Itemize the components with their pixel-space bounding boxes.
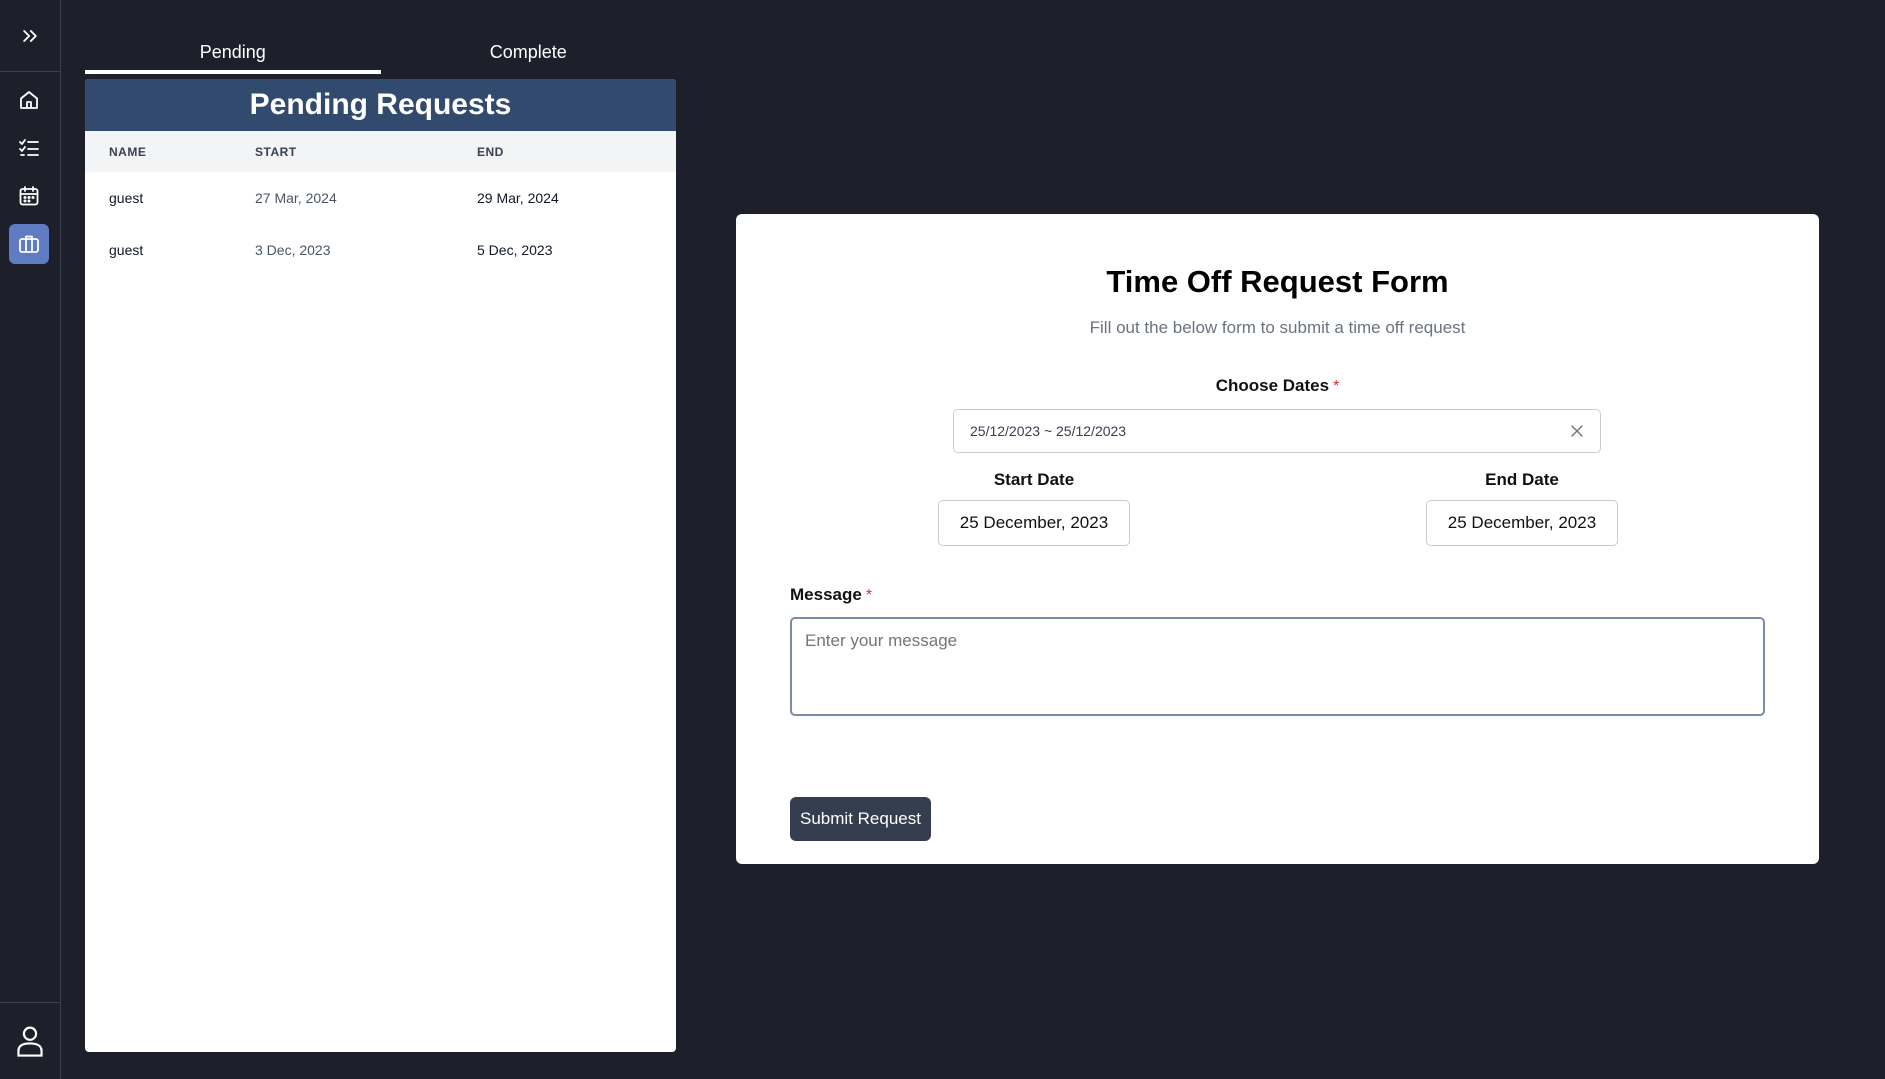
calendar-icon <box>19 186 39 206</box>
row-end: 29 Mar, 2024 <box>477 190 559 206</box>
nav-time-off[interactable] <box>9 224 49 264</box>
request-tabs: Pending Complete <box>85 28 676 76</box>
submit-request-button[interactable]: Submit Request <box>790 797 931 841</box>
nav-calendar[interactable] <box>9 176 49 216</box>
row-start: 27 Mar, 2024 <box>255 190 337 206</box>
message-label-group: Message * <box>790 585 872 605</box>
chevrons-right-icon <box>23 29 37 42</box>
choose-dates-label: Choose Dates * <box>736 376 1819 396</box>
row-end: 5 Dec, 2023 <box>477 242 553 258</box>
clear-dates-button[interactable] <box>1570 424 1584 438</box>
pending-requests-table: NAME START END guest 27 Mar, 2024 29 Mar… <box>85 131 676 276</box>
end-date-group: End Date 25 December, 2023 <box>1426 470 1618 546</box>
table-header-row: NAME START END <box>85 131 676 172</box>
date-range-picker[interactable]: 25/12/2023 ~ 25/12/2023 <box>953 409 1601 453</box>
tab-pending[interactable]: Pending <box>85 28 381 76</box>
row-name: guest <box>109 242 144 258</box>
table-row[interactable]: guest 3 Dec, 2023 5 Dec, 2023 <box>85 224 676 276</box>
tab-complete[interactable]: Complete <box>381 28 677 76</box>
row-start: 3 Dec, 2023 <box>255 242 331 258</box>
column-header-end: END <box>477 144 504 159</box>
time-off-form-card: Time Off Request Form Fill out the below… <box>736 214 1819 864</box>
start-date-group: Start Date 25 December, 2023 <box>938 470 1130 546</box>
nav-home[interactable] <box>9 80 49 120</box>
column-header-name: NAME <box>109 144 147 159</box>
panel-title: Pending Requests <box>85 79 676 131</box>
choose-dates-text: Choose Dates <box>1215 376 1330 395</box>
date-range-value: 25/12/2023 ~ 25/12/2023 <box>970 423 1127 439</box>
row-name: guest <box>109 190 144 206</box>
close-icon <box>1571 425 1583 437</box>
form-title: Time Off Request Form <box>1106 264 1449 299</box>
user-profile-button[interactable] <box>0 1002 60 1079</box>
form-subtitle: Fill out the below form to submit a time… <box>1089 318 1466 337</box>
message-textarea[interactable] <box>790 617 1765 716</box>
table-row[interactable]: guest 27 Mar, 2024 29 Mar, 2024 <box>85 172 676 224</box>
home-icon <box>20 91 38 109</box>
column-header-start: START <box>255 144 297 159</box>
start-date-field[interactable]: 25 December, 2023 <box>938 500 1130 546</box>
nav-tasks[interactable] <box>9 128 49 168</box>
expand-sidebar-button[interactable] <box>0 0 60 72</box>
required-mark: * <box>1333 378 1340 395</box>
pending-requests-panel: Pending Requests NAME START END guest 27… <box>85 79 676 1052</box>
start-date-label: Start Date <box>993 470 1075 489</box>
message-label: Message <box>790 585 862 604</box>
end-date-label: End Date <box>1485 470 1559 489</box>
checklist-icon <box>19 139 39 156</box>
sidebar <box>0 0 61 1079</box>
briefcase-icon <box>19 235 39 253</box>
user-icon <box>17 1026 43 1057</box>
end-date-field[interactable]: 25 December, 2023 <box>1426 500 1618 546</box>
required-mark: * <box>865 587 873 604</box>
